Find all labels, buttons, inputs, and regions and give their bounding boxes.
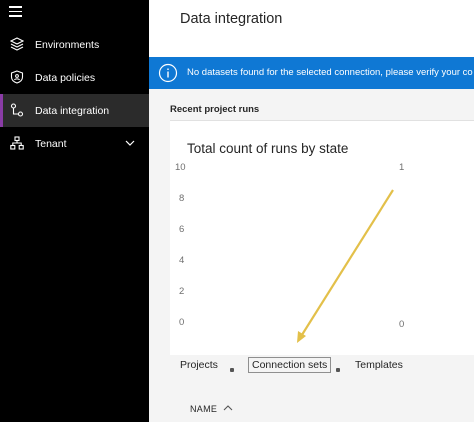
y-tick-label: 4 <box>179 255 185 266</box>
y-tick-label: 2 <box>179 286 185 297</box>
menu-icon[interactable] <box>9 6 22 17</box>
sidebar-item-tenant[interactable]: Tenant <box>0 127 149 160</box>
info-banner: No datasets found for the selected conne… <box>149 57 474 89</box>
shield-icon <box>10 70 24 84</box>
flow-icon <box>10 103 24 117</box>
section-heading: Recent project runs <box>170 104 260 115</box>
sidebar: Environments Data policies Data integrat… <box>0 0 149 422</box>
y-tick-label: 6 <box>179 224 185 235</box>
banner-message: No datasets found for the selected conne… <box>187 67 473 78</box>
sidebar-item-label: Data policies <box>35 71 96 84</box>
chart-title: Total count of runs by state <box>187 141 349 156</box>
sidebar-item-label: Data integration <box>35 104 110 117</box>
layers-icon <box>10 37 24 51</box>
info-icon <box>158 63 178 83</box>
y-tick-label: 10 <box>175 162 186 173</box>
tab-connection-sets[interactable]: Connection sets <box>248 357 332 373</box>
y-tick-label: 0 <box>179 317 185 328</box>
tab-templates[interactable]: Templates <box>355 359 403 371</box>
page-title: Data integration <box>180 11 283 27</box>
tab-separator <box>230 368 234 372</box>
y-tick-label: 8 <box>179 193 185 204</box>
runs-chart: Total count of runs by state 10 8 6 4 2 … <box>170 120 474 355</box>
secondary-y-tick-label: 0 <box>399 319 405 330</box>
tab-separator <box>336 368 340 372</box>
sidebar-item-data-policies[interactable]: Data policies <box>0 61 149 94</box>
main-content: Data integration No datasets found for t… <box>149 0 474 422</box>
tab-projects[interactable]: Projects <box>180 359 218 371</box>
sidebar-item-label: Environments <box>35 38 100 51</box>
sidebar-item-environments[interactable]: Environments <box>0 28 149 61</box>
org-chart-icon <box>10 136 24 150</box>
secondary-y-tick-label: 1 <box>399 162 405 173</box>
column-header-name[interactable]: NAME <box>190 404 217 414</box>
sidebar-item-label: Tenant <box>35 137 67 150</box>
sort-ascending-icon[interactable] <box>223 404 233 412</box>
chevron-down-icon[interactable] <box>125 139 135 147</box>
sidebar-item-data-integration[interactable]: Data integration <box>0 94 149 127</box>
recent-runs-section: Recent project runs Total count of runs … <box>149 89 474 422</box>
